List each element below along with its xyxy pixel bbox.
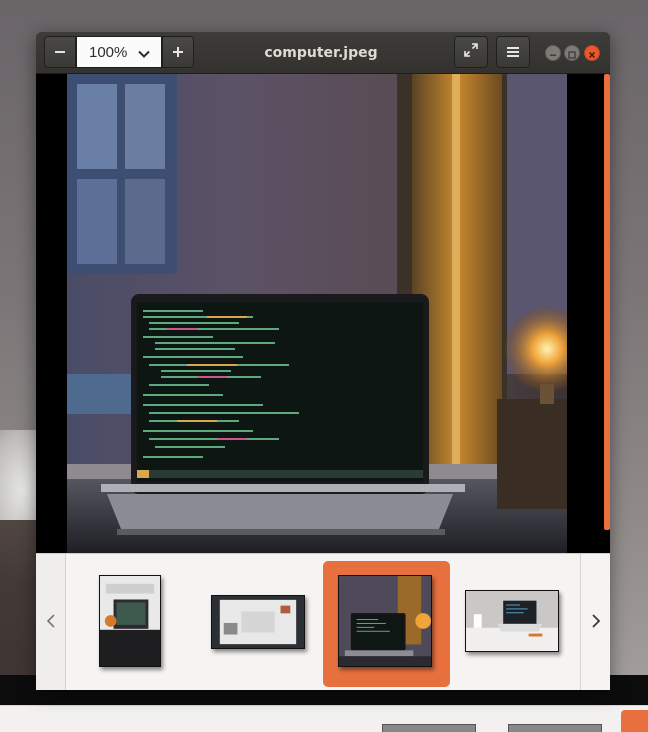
thumbnail-laptop-with-pumpkin[interactable] xyxy=(99,575,161,667)
gallery-next-button[interactable] xyxy=(580,554,610,690)
thumbnail-image xyxy=(100,576,160,666)
hamburger-menu-icon xyxy=(507,43,519,62)
minus-icon xyxy=(55,47,65,57)
background-thumbnail xyxy=(508,724,602,732)
thumbnail-image xyxy=(212,596,304,648)
zoom-in-button[interactable] xyxy=(162,36,194,68)
fullscreen-icon xyxy=(463,42,479,62)
plus-icon xyxy=(173,47,183,57)
thumbnail-laptop-on-white-desk[interactable] xyxy=(465,590,559,652)
main-menu-button[interactable] xyxy=(496,36,530,68)
maximize-icon xyxy=(568,44,576,63)
chevron-left-icon xyxy=(46,613,56,632)
background-thumbnail xyxy=(382,724,476,732)
zoom-level-value: 100% xyxy=(89,43,128,61)
thumbnail-desk-top-view[interactable] xyxy=(211,595,305,649)
close-icon xyxy=(588,44,596,63)
gallery-prev-button[interactable] xyxy=(36,554,66,690)
maximize-button[interactable] xyxy=(564,45,580,61)
close-button[interactable] xyxy=(584,45,600,61)
thumbnail-image xyxy=(466,591,558,651)
chevron-down-icon xyxy=(137,46,151,65)
zoom-out-button[interactable] xyxy=(44,36,76,68)
thumbnail-image xyxy=(339,576,431,666)
fullscreen-button[interactable] xyxy=(454,36,488,68)
background-selected-tile xyxy=(621,710,648,732)
thumbnail-laptop-with-lamp[interactable] xyxy=(338,575,432,667)
chevron-right-icon xyxy=(591,613,601,632)
header-bar: 100% computer.jpeg xyxy=(36,32,610,74)
minimize-button[interactable] xyxy=(545,45,561,61)
minimize-icon xyxy=(549,44,557,63)
zoom-level-combo[interactable]: 100% xyxy=(76,36,162,68)
image-canvas[interactable] xyxy=(36,74,610,553)
vertical-scrollbar[interactable] xyxy=(604,74,610,530)
window-title: computer.jpeg xyxy=(264,45,378,61)
displayed-photo xyxy=(67,74,567,553)
image-viewer-window: 100% computer.jpeg xyxy=(36,32,610,690)
thumbnail-gallery xyxy=(36,553,610,690)
